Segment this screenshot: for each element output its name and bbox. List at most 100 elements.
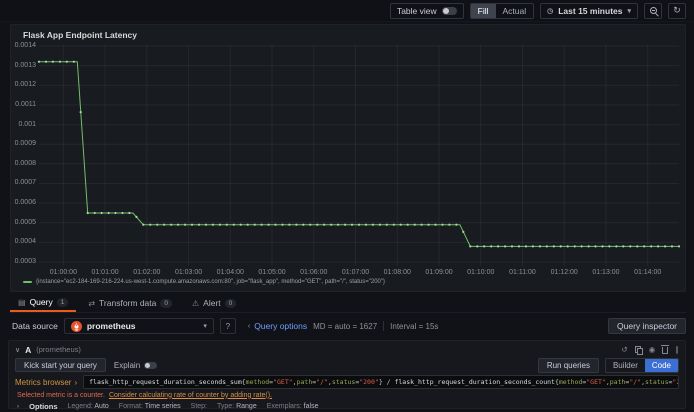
datasource-label: Data source — [12, 321, 58, 331]
query-row-header: ∨ A (prometheus) ↺ ◉ ∥ — [15, 343, 679, 356]
promql-token: "/" — [316, 378, 328, 386]
query-options-row[interactable]: › Options Legend: Auto Format: Time serie… — [15, 400, 679, 412]
duplicate-query-icon[interactable] — [634, 345, 643, 355]
promql-token: "GET" — [273, 378, 293, 386]
option-item: Exemplars: false — [266, 402, 319, 410]
magnifier-minus-icon — [649, 7, 657, 14]
x-tick-label: 01:00:00 — [49, 269, 77, 276]
promql-token: "200" — [672, 378, 678, 386]
query-inspector-button[interactable]: Query inspector — [608, 318, 686, 334]
x-tick-label: 01:05:00 — [258, 269, 286, 276]
code-button[interactable]: Code — [644, 358, 678, 372]
query-row-a: ∨ A (prometheus) ↺ ◉ ∥ Kick start your q… — [8, 340, 686, 412]
chart-svg[interactable] — [11, 25, 687, 277]
x-tick-label: 01:09:00 — [425, 269, 453, 276]
query-row-actions: ↺ ◉ ∥ — [621, 345, 679, 355]
explain-toggle-group: Explain — [114, 361, 158, 370]
y-tick-label: 0.0008 — [14, 159, 36, 167]
legend-series-label: {instance="ec2-184-169-216-224.us-west-1… — [36, 279, 385, 285]
promql-token: flask_http_request_duration_seconds_sum — [89, 378, 242, 386]
options-title: Options — [29, 401, 58, 411]
x-tick-label: 01:10:00 — [467, 269, 495, 276]
fill-button[interactable]: Fill — [470, 3, 496, 18]
promql-token: path — [296, 378, 313, 386]
x-tick-label: 01:08:00 — [383, 269, 411, 276]
x-tick-label: 01:06:00 — [300, 269, 328, 276]
chevron-down-icon: ▾ — [627, 7, 631, 15]
tab-transform-data[interactable]: ⇄ Transform data 0 — [80, 294, 180, 312]
x-tick-label: 01:03:00 — [174, 269, 203, 276]
editor-tabs: ▤ Query 1 ⇄ Transform data 0 ⚠ Alert 0 — [10, 294, 686, 313]
promql-query-input[interactable]: flask_http_request_duration_seconds_sum{… — [83, 375, 679, 389]
datasource-picker[interactable]: prometheus ▾ — [63, 318, 214, 334]
tab-query-count-badge: 1 — [56, 297, 69, 307]
warning-text: Selected metric is a counter. — [17, 391, 105, 399]
legend-series-dash — [23, 281, 32, 283]
tab-query[interactable]: ▤ Query 1 — [10, 294, 77, 312]
question-icon: ? — [225, 321, 231, 331]
x-tick-label: 01:02:00 — [133, 269, 161, 276]
remove-query-trash-icon[interactable] — [661, 345, 670, 354]
query-toolbar: Kick start your query Explain Run querie… — [15, 356, 679, 374]
datasource-help-button[interactable]: ? — [219, 318, 236, 334]
collapse-chevron-icon[interactable]: ∨ — [15, 346, 20, 354]
y-tick-label: 0.001 — [18, 120, 36, 128]
metrics-browser-toggle[interactable]: Metrics browser › — [15, 378, 77, 387]
tab-alert[interactable]: ⚠ Alert 0 — [184, 294, 244, 312]
builder-button[interactable]: Builder — [606, 359, 645, 372]
table-view-switch[interactable] — [441, 6, 457, 15]
builder-code-segmented-control: Builder Code — [604, 357, 679, 373]
tab-alert-label: Alert — [203, 298, 221, 308]
y-tick-label: 0.0014 — [14, 41, 36, 49]
tab-transform-label: Transform data — [99, 298, 157, 308]
query-history-icon[interactable]: ↺ — [621, 346, 627, 354]
actual-button[interactable]: Actual — [496, 4, 534, 18]
x-tick-label: 01:04:00 — [216, 269, 244, 276]
x-tick-label: 01:13:00 — [592, 269, 620, 276]
prometheus-logo-icon — [70, 320, 82, 332]
promql-token: method — [558, 378, 583, 386]
option-item: Step: — [190, 402, 208, 410]
promql-token: "/" — [629, 378, 642, 386]
y-tick-label: 0.0012 — [14, 81, 36, 89]
switch-knob — [442, 7, 449, 14]
legend-item[interactable]: {instance="ec2-184-169-216-224.us-west-1… — [23, 279, 385, 285]
chevron-right-icon: › — [74, 377, 78, 387]
y-tick-label: 0.0005 — [14, 218, 36, 226]
x-tick-label: 01:07:00 — [341, 269, 370, 276]
timeseries-panel: Flask App Endpoint Latency 0.0003 0.0004 0… — [10, 24, 686, 292]
refresh-button[interactable]: ↻ — [668, 2, 686, 19]
query-ref-id[interactable]: A — [25, 345, 31, 355]
x-tick-label: 01:12:00 — [550, 269, 578, 276]
chart-area[interactable]: 0.0003 0.0004 0.0005 0.0006 0.0007 0.0008 0.00… — [11, 25, 687, 277]
time-range-picker[interactable]: ◷ Last 15 minutes ▾ — [540, 2, 638, 19]
y-tick-label: 0.0013 — [14, 61, 36, 69]
interval-info: Interval = 15s — [390, 321, 439, 331]
fill-actual-segmented-control: Fill Actual — [469, 2, 535, 19]
run-queries-button[interactable]: Run queries — [537, 357, 599, 373]
tab-alert-count-badge: 0 — [224, 298, 237, 308]
tab-transform-count-badge: 0 — [160, 298, 172, 308]
transform-icon: ⇄ — [88, 298, 96, 308]
tab-query-label: Query — [29, 297, 53, 307]
promql-token: flask_http_request_duration_seconds_coun… — [394, 378, 555, 386]
option-item: Format: Time series — [118, 402, 181, 410]
hide-response-eye-icon[interactable]: ◉ — [649, 346, 656, 354]
y-tick-label: 0.0003 — [14, 258, 36, 266]
promql-token: method — [245, 378, 270, 386]
refresh-icon: ↻ — [673, 5, 681, 15]
zoom-out-button[interactable] — [644, 2, 662, 19]
warning-rate-link[interactable]: Consider calculating rate of counter by … — [109, 392, 272, 399]
panel-editor-toolbar: Table view Fill Actual ◷ Last 15 minutes… — [0, 0, 694, 22]
x-tick-label: 01:11:00 — [509, 269, 536, 276]
explain-switch[interactable] — [144, 361, 158, 369]
y-tick-label: 0.0009 — [14, 140, 36, 148]
query-right-tools: Run queries Builder Code — [537, 357, 679, 373]
chevron-down-icon: ▾ — [203, 323, 207, 330]
drag-handle[interactable]: ∥ — [675, 346, 679, 354]
kick-start-query-button[interactable]: Kick start your query — [15, 358, 106, 372]
table-view-toggle-group[interactable]: Table view — [389, 2, 464, 19]
query-ref-datasource: (prometheus) — [36, 345, 81, 354]
option-item: Type: Range — [217, 402, 257, 410]
query-options-toggle[interactable]: ‹ Query options — [248, 321, 307, 331]
